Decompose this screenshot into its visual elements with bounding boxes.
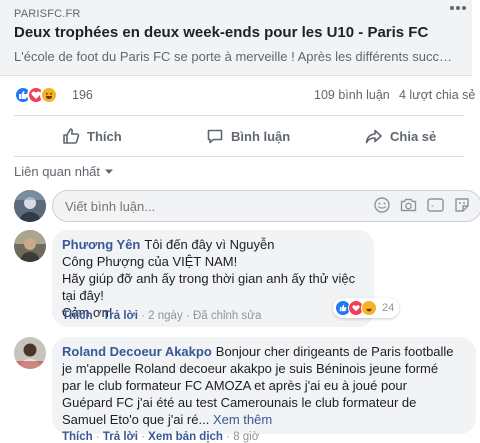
comment-actions: Thích · Trả lời · 2 ngày · Đã chỉnh sửa: [62, 310, 262, 322]
comment-composer: [14, 188, 480, 224]
comment-reactions[interactable]: 24: [333, 298, 400, 318]
gif-icon[interactable]: [427, 197, 444, 213]
composer-tools: [364, 197, 470, 213]
link-description: L'école de foot du Paris FC se porte à m…: [14, 49, 452, 64]
avatar[interactable]: [14, 230, 46, 262]
link-title[interactable]: Deux trophées en deux week-ends pour les…: [14, 24, 428, 41]
reaction-count[interactable]: 196: [72, 88, 93, 102]
comment-timestamp[interactable]: 2 ngày: [148, 310, 183, 322]
avatar: [14, 190, 46, 222]
like-button-label: Thích: [87, 128, 122, 144]
comment-text-line: Hãy giúp đỡ anh ấy trong thời gian anh ấ…: [62, 271, 356, 303]
camera-icon[interactable]: [400, 197, 417, 213]
link-preview-card[interactable]: PARISFC.FR Deux trophées en deux week-en…: [0, 0, 472, 76]
emoji-icon[interactable]: [374, 197, 390, 213]
translate-link[interactable]: Xem bản dịch: [148, 431, 223, 443]
sticker-icon[interactable]: [454, 197, 470, 213]
comment-text-line: Công Phượng của VIỆT NAM!: [62, 254, 238, 269]
chevron-down-icon: [105, 169, 114, 174]
comment-text-line: je m'appelle Roland decoeur akakpo je su…: [62, 361, 439, 376]
share-count[interactable]: 4 lượt chia sẻ: [399, 88, 475, 102]
divider: [14, 156, 464, 157]
comment-edited-label[interactable]: Đã chỉnh sửa: [193, 310, 261, 322]
link-domain: PARISFC.FR: [14, 8, 81, 20]
sort-label: Liên quan nhất: [14, 164, 101, 179]
divider: [14, 115, 464, 116]
comment-reaction-count: 24: [382, 302, 395, 314]
comment-reply-link[interactable]: Trả lời: [103, 431, 138, 443]
comment-icon: [207, 129, 223, 144]
haha-icon: [40, 86, 58, 104]
comment-author[interactable]: Phương Yên: [62, 237, 140, 252]
reaction-summary: 196 109 bình luận 4 lượt chia sẻ: [14, 86, 475, 106]
comment-actions: Thích · Trả lời · Xem bản dịch · 8 giờ: [62, 431, 260, 443]
comment-text-line: Samuel Eto'o que j'ai ré...: [62, 412, 210, 427]
comment-text-line: Guépard FC j'ai été au test Camerounais …: [62, 395, 417, 410]
comment-text-line: par le club formateur FC AMOZA et après …: [62, 378, 407, 393]
comment-count[interactable]: 109 bình luận: [314, 88, 390, 102]
share-button-label: Chia sẻ: [390, 128, 437, 144]
see-more-link[interactable]: Xem thêm: [213, 412, 272, 427]
comment-like-link[interactable]: Thích: [62, 431, 93, 443]
thumbs-up-icon: [63, 128, 80, 144]
comment-bubble: Roland Decoeur Akakpo Bonjour cher dirige…: [52, 337, 476, 434]
like-button[interactable]: Thích: [62, 119, 122, 153]
more-options-icon[interactable]: [446, 0, 470, 18]
comment-sort-dropdown[interactable]: Liên quan nhất: [14, 164, 114, 179]
reaction-icons[interactable]: [14, 86, 58, 104]
haha-icon: [361, 300, 377, 316]
comment-like-link[interactable]: Thích: [62, 310, 93, 322]
comment-text-line: Tôi đến đây vì Nguyễn: [144, 237, 275, 252]
share-icon: [365, 129, 382, 144]
avatar[interactable]: [14, 337, 46, 369]
post-actions: Thích Bình luận Chia sẻ: [0, 119, 480, 153]
share-button[interactable]: Chia sẻ: [365, 119, 436, 153]
comment-author[interactable]: Roland Decoeur Akakpo: [62, 344, 212, 359]
comment-timestamp[interactable]: 8 giờ: [233, 431, 259, 443]
comment-reply-link[interactable]: Trả lời: [103, 310, 138, 322]
comment-text-line: Bonjour cher dirigeants de Paris footbal…: [215, 344, 454, 359]
comment-button[interactable]: Bình luận: [206, 119, 290, 153]
comment-button-label: Bình luận: [231, 128, 291, 144]
